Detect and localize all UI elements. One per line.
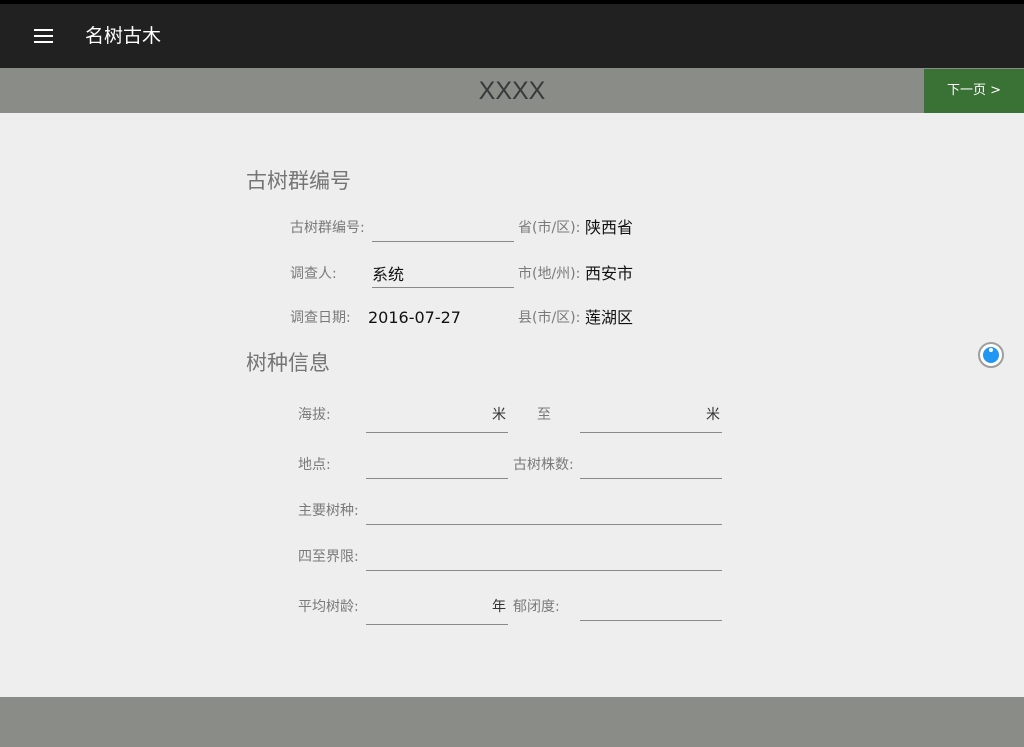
average-age-input[interactable] <box>366 599 508 625</box>
section-title-group-number: 古树群编号 <box>246 169 351 193</box>
app-bar: 名树古木 <box>0 4 1024 68</box>
app-title: 名树古木 <box>85 25 162 47</box>
group-number-label: 古树群编号: <box>290 220 365 236</box>
average-age-label: 平均树龄: <box>298 599 359 615</box>
altitude-to-input[interactable] <box>580 407 722 433</box>
city-label: 市(地/州): <box>518 266 581 282</box>
next-page-button[interactable]: 下一页 > <box>924 69 1024 113</box>
tree-count-input[interactable] <box>580 453 722 479</box>
investigator-label: 调查人: <box>290 266 337 282</box>
location-label: 地点: <box>298 457 331 473</box>
assist-icon-dot <box>989 348 993 352</box>
canopy-density-label: 郁闭度: <box>513 599 560 615</box>
main-species-label: 主要树种: <box>298 503 359 519</box>
sub-header: XXXX <box>0 68 1024 113</box>
investigator-input[interactable]: 系统 <box>372 262 514 288</box>
county-label: 县(市/区): <box>518 310 581 326</box>
location-input[interactable] <box>366 453 508 479</box>
province-label: 省(市/区): <box>518 220 581 236</box>
boundary-input[interactable] <box>366 545 722 571</box>
bottom-bar <box>0 697 1024 747</box>
city-value: 西安市 <box>585 264 634 283</box>
to-label: 至 <box>537 407 551 423</box>
altitude-label: 海拔: <box>298 407 331 423</box>
page-title: XXXX <box>478 77 546 105</box>
altitude-from-input[interactable] <box>366 407 508 433</box>
floating-assist-button[interactable] <box>978 342 1004 368</box>
main-species-input[interactable] <box>366 499 722 525</box>
survey-date-value[interactable]: 2016-07-27 <box>368 307 461 329</box>
altitude-from-unit: 米 <box>492 407 506 423</box>
altitude-to-unit: 米 <box>706 407 720 423</box>
canopy-density-input[interactable] <box>580 595 722 621</box>
menu-icon[interactable] <box>34 29 53 43</box>
section-title-species-info: 树种信息 <box>246 351 330 375</box>
tree-count-label: 古树株数: <box>513 457 574 473</box>
survey-date-label: 调查日期: <box>290 310 351 326</box>
group-number-input[interactable] <box>372 216 514 242</box>
province-value: 陕西省 <box>585 218 634 237</box>
average-age-unit: 年 <box>492 599 506 615</box>
boundary-label: 四至界限: <box>298 549 359 565</box>
county-value: 莲湖区 <box>585 308 634 327</box>
